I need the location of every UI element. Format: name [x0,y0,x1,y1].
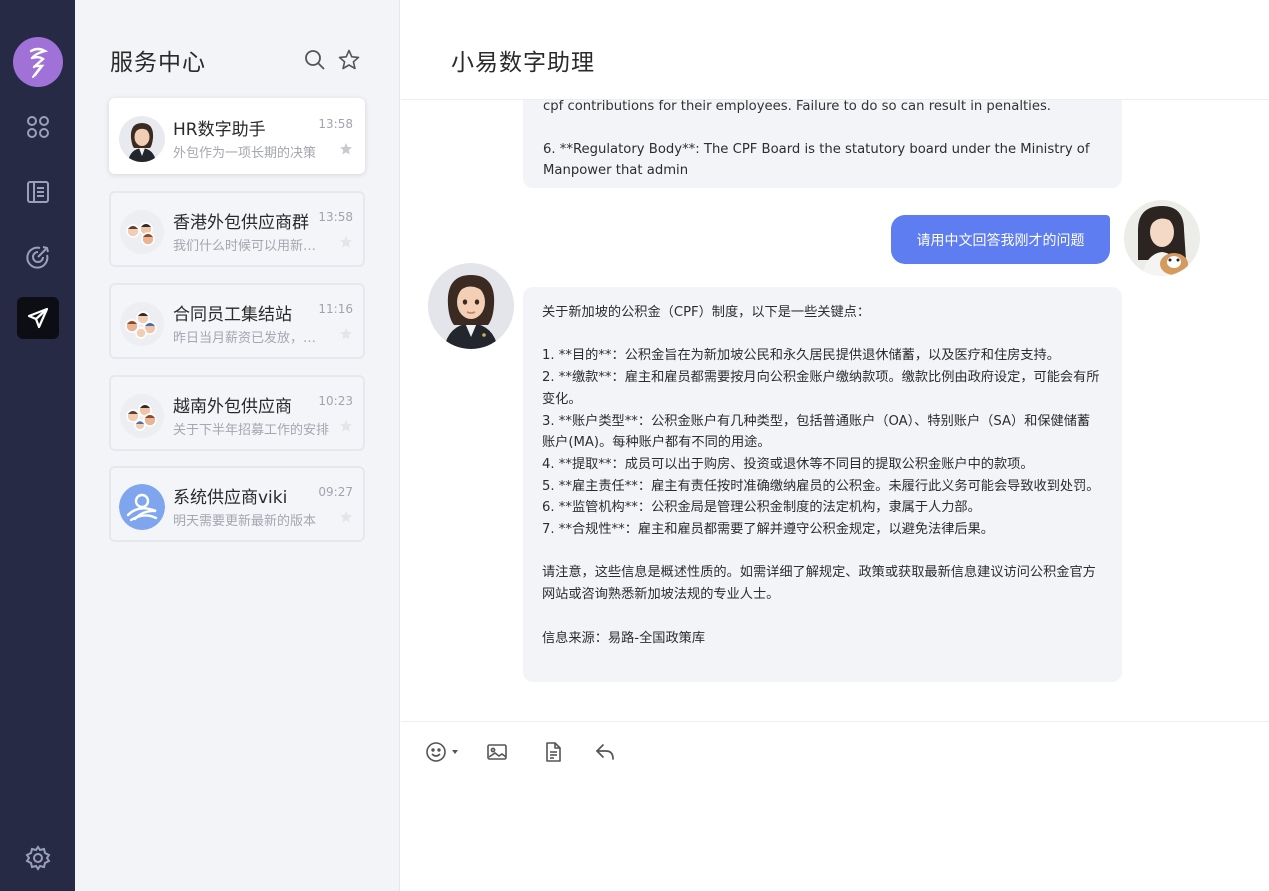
conversation-name: 越南外包供应商 [173,397,292,417]
conversation-preview: 我们什么时候可以用新的系统 [173,239,329,254]
user-message: 请用中文回答我刚才的问题 [891,215,1110,264]
nav-records[interactable] [17,171,59,213]
conversation-name: 合同员工集结站 [173,305,292,325]
conversation-name: 系统供应商viki [173,488,288,508]
group-avatar [119,209,165,255]
star-icon[interactable] [339,510,353,524]
user-avatar [1124,200,1200,276]
chat-title: 小易数字助理 [451,50,595,76]
conversation-preview: 昨日当月薪资已发放，请查收 [173,331,329,346]
apps-icon [27,116,49,138]
conversation-preview: 明天需要更新最新的版本 [173,514,317,529]
nav-messages[interactable] [17,297,59,339]
image-button[interactable] [486,740,508,764]
conversation-time: 10:23 [318,394,353,408]
conversation-item[interactable]: 系统供应商viki 09:27 明天需要更新最新的版本 [109,466,365,542]
gear-icon [25,845,51,871]
message-text: 6. **Regulatory Body**: The CPF Board is… [543,141,1090,179]
favorites-button[interactable] [337,48,361,72]
conversation-preview: 关于下半年招募工作的安排 [173,423,329,438]
conversation-item[interactable]: HR数字助手 13:58 外包作为一项长期的决策 [109,98,365,174]
caret-down-icon [452,750,458,754]
bot-message: cpf contributions for their employees. F… [523,100,1122,188]
conversation-time: 11:16 [318,302,353,316]
chat-header: 小易数字助理 [401,0,1269,100]
search-icon [305,50,325,70]
conversation-time: 13:58 [318,210,353,224]
message-input[interactable] [425,782,1245,882]
vendor-avatar [119,484,165,530]
file-button[interactable] [542,740,564,764]
message-composer [401,721,1269,891]
conversation-item[interactable]: 香港外包供应商群 13:58 我们什么时候可以用新的系统 [109,191,365,267]
logo-icon [29,47,49,78]
message-text: cpf contributions for their employees. F… [543,100,1052,114]
nav-target[interactable] [17,236,59,278]
search-button[interactable] [303,48,327,72]
app-logo[interactable] [13,37,63,87]
star-icon[interactable] [339,419,353,433]
conversation-item[interactable]: 合同员工集结站 11:16 昨日当月薪资已发放，请查收 [109,283,365,359]
conversation-item[interactable]: 越南外包供应商 10:23 关于下半年招募工作的安排 [109,375,365,451]
star-icon[interactable] [339,142,353,156]
records-icon [27,181,49,203]
nav-apps[interactable] [17,106,59,148]
reply-button[interactable] [594,740,616,764]
message-list[interactable]: cpf contributions for their employees. F… [401,100,1269,721]
conversation-list: 服务中心 HR数字助手 13:58 外包作为一项长期的决策 香港外包供应商群 1… [75,0,400,891]
nav-rail [0,0,75,891]
star-icon[interactable] [339,235,353,249]
conversation-preview: 外包作为一项长期的决策 [173,146,317,161]
image-icon [487,744,507,760]
hr-assistant-avatar [119,116,165,162]
group-avatar [119,393,165,439]
conversation-name: 香港外包供应商群 [173,213,309,233]
app-window: 服务中心 HR数字助手 13:58 外包作为一项长期的决策 香港外包供应商群 1… [0,0,1269,891]
emoji-button[interactable] [425,740,460,764]
chat-panel: 小易数字助理 cpf contributions for their emplo… [401,0,1269,891]
conversation-time: 09:27 [318,485,353,499]
target-icon [26,246,49,269]
list-title: 服务中心 [110,50,206,76]
send-icon [27,307,49,329]
bot-message: 关于新加坡的公积金（CPF）制度，以下是一些关键点： 1. **目的**：公积金… [523,287,1122,682]
group-avatar [119,301,165,347]
settings-button[interactable] [24,844,52,872]
conversation-time: 13:58 [318,117,353,131]
file-icon [546,742,561,762]
emoji-icon [426,742,446,762]
conversation-name: HR数字助手 [173,120,266,140]
star-outline-icon [338,49,360,70]
reply-icon [596,744,614,760]
bot-avatar [428,263,514,349]
star-icon[interactable] [339,327,353,341]
